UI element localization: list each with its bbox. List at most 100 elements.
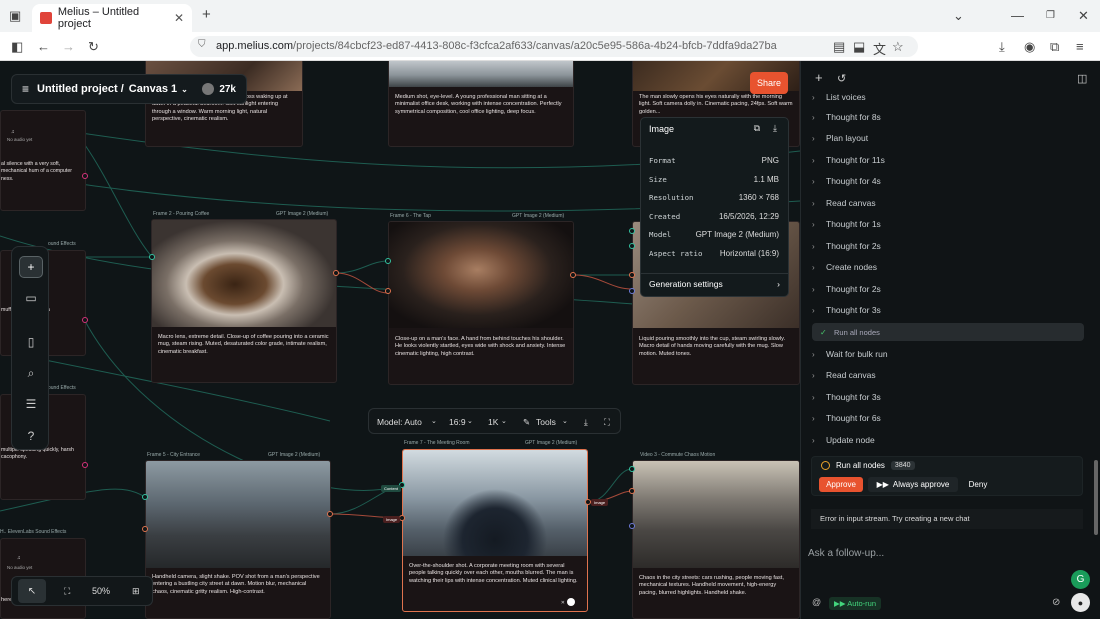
mention-icon[interactable]: @ [812, 597, 821, 607]
input-port[interactable] [629, 228, 635, 234]
forward-icon[interactable]: → [62, 39, 75, 54]
audio-node-1[interactable]: ♫ No audio yet al silence with a very so… [0, 110, 86, 211]
account-icon[interactable]: ◉ [1024, 39, 1035, 55]
node-frame-3[interactable]: Medium shot, eye-level. A young professi… [388, 61, 574, 147]
screenshot-icon[interactable]: ⬓ [853, 39, 865, 55]
zoom-level[interactable]: 50% [92, 586, 110, 596]
new-chat-icon[interactable]: + [815, 70, 823, 85]
input-port[interactable] [385, 258, 391, 264]
panel-scrollbar[interactable] [1094, 460, 1098, 535]
output-port[interactable] [82, 317, 88, 323]
step-item[interactable]: › Thought for 1s [812, 215, 1084, 233]
output-port[interactable] [82, 173, 88, 179]
followup-input[interactable]: Ask a follow-up... [808, 548, 884, 559]
new-tab-icon[interactable]: + [202, 6, 211, 23]
microphone-icon[interactable]: ● [1071, 593, 1090, 612]
output-port[interactable] [570, 272, 576, 278]
credits-display[interactable]: 27k [202, 83, 236, 95]
step-item[interactable]: › Plan layout [812, 129, 1084, 147]
auto-run-toggle[interactable]: ▶▶ Auto-run [829, 597, 881, 610]
document-icon[interactable]: ▯ [19, 331, 43, 353]
help-icon[interactable]: ? [19, 425, 43, 447]
add-node-button[interactable]: + [19, 256, 43, 278]
play-icon[interactable] [567, 598, 575, 606]
step-item[interactable]: › Thought for 3s [812, 388, 1084, 406]
restore-icon[interactable]: ❐ [1046, 10, 1055, 21]
input-port[interactable] [629, 488, 635, 494]
input-port[interactable] [149, 254, 155, 260]
step-item[interactable]: › Update node [812, 431, 1084, 449]
node-frame-2[interactable]: Macro lens, extreme detail. Close-up of … [151, 219, 337, 383]
step-item[interactable]: › Thought for 2s [812, 237, 1084, 255]
input-port[interactable] [629, 466, 635, 472]
step-item[interactable]: › Wait for bulk run [812, 345, 1084, 363]
always-approve-button[interactable]: ▶▶ Always approve [868, 477, 958, 492]
reader-icon[interactable]: ▤ [833, 39, 845, 55]
close-window-icon[interactable]: ✕ [1078, 8, 1089, 24]
attach-icon[interactable]: ⊘ [1052, 597, 1060, 608]
resolution-select[interactable]: 1K [488, 417, 498, 427]
output-port[interactable] [327, 511, 333, 517]
step-item[interactable]: › List voices [812, 88, 1084, 106]
share-button[interactable]: Share [750, 72, 788, 94]
copy-icon[interactable]: ⧉ [754, 123, 760, 134]
fullscreen-icon[interactable]: ⛶ [604, 417, 610, 428]
input-port[interactable] [142, 526, 148, 532]
input-port[interactable] [629, 523, 635, 529]
layers-icon[interactable]: ☰ [19, 393, 43, 415]
close-tab-icon[interactable]: ✕ [174, 11, 184, 25]
input-port[interactable] [629, 288, 635, 294]
grammarly-icon[interactable]: G [1071, 570, 1090, 589]
back-icon[interactable]: ← [37, 39, 50, 54]
output-port[interactable] [333, 270, 339, 276]
tools-menu[interactable]: Tools [536, 417, 556, 427]
minimize-icon[interactable]: — [1011, 8, 1024, 23]
input-port[interactable] [385, 288, 391, 294]
bookmark-star-icon[interactable]: ☆ [892, 39, 904, 55]
fit-view-icon[interactable]: ⛶ [64, 586, 70, 597]
step-item[interactable]: › Read canvas [812, 366, 1084, 384]
sidebar-toggle-icon[interactable]: ◧ [11, 39, 23, 55]
hamburger-menu-icon[interactable]: ≡ [22, 82, 29, 96]
step-item[interactable]: › Read canvas [812, 194, 1084, 212]
generation-settings-row[interactable]: Generation settings › [641, 273, 788, 297]
tab-actions-icon[interactable]: ▣ [9, 8, 21, 24]
step-item[interactable]: › Create nodes [812, 258, 1084, 276]
extensions-icon[interactable]: ⧉ [1050, 39, 1059, 55]
tab-list-chevron-icon[interactable]: ⌄ [953, 8, 964, 24]
panel-toggle-icon[interactable]: ◫ [1077, 72, 1087, 85]
translate-icon[interactable]: 文 [873, 39, 886, 58]
input-port[interactable] [629, 243, 635, 249]
select-tool-icon[interactable]: ↖ [18, 579, 46, 603]
site-info-icon[interactable]: ⛉ [198, 39, 206, 50]
deny-button[interactable]: Deny [962, 477, 994, 492]
node-frame-6[interactable]: Close-up on a man's face. A hand from be… [388, 221, 574, 385]
node-frame-7[interactable]: Over-the-shoulder shot. A corporate meet… [402, 449, 588, 612]
reload-icon[interactable]: ↻ [88, 39, 99, 55]
chevron-down-icon[interactable]: ⌄ [181, 85, 188, 94]
node-frame-5[interactable]: Handheld camera, slight shake. POV shot … [145, 460, 331, 619]
input-port[interactable] [142, 494, 148, 500]
url-field[interactable]: ⛉ app.melius.com/projects/84cbcf23-ed87-… [190, 36, 918, 57]
download-icon[interactable]: ⤓ [773, 123, 777, 134]
downloads-icon[interactable]: ⤓ [999, 39, 1005, 55]
step-item-selected[interactable]: ✓ Run all nodes [812, 323, 1084, 341]
step-item[interactable]: › Thought for 8s [812, 108, 1084, 126]
output-port[interactable] [82, 462, 88, 468]
aspect-ratio-select[interactable]: 16:9 [449, 417, 466, 427]
node-video-3[interactable]: Chaos in the city streets: cars rushing,… [632, 460, 800, 619]
input-port[interactable] [629, 272, 635, 278]
step-item[interactable]: › Thought for 6s [812, 409, 1084, 427]
step-item[interactable]: › Thought for 4s [812, 172, 1084, 190]
project-name[interactable]: Untitled project / [37, 83, 124, 95]
image-search-icon[interactable]: ⌕ [19, 362, 43, 384]
menu-icon[interactable]: ≡ [1076, 39, 1084, 54]
browser-tab[interactable]: Melius – Untitled project ✕ [32, 4, 192, 32]
download-icon[interactable]: ⤓ [584, 417, 588, 428]
approve-button[interactable]: Approve [819, 477, 863, 492]
canvas-selector[interactable]: Canvas 1 [129, 83, 177, 95]
step-item[interactable]: › Thought for 3s [812, 301, 1084, 319]
mute-icon[interactable]: ✕ [561, 600, 565, 606]
step-item[interactable]: › Thought for 11s [812, 151, 1084, 169]
step-item[interactable]: › Thought for 2s [812, 280, 1084, 298]
